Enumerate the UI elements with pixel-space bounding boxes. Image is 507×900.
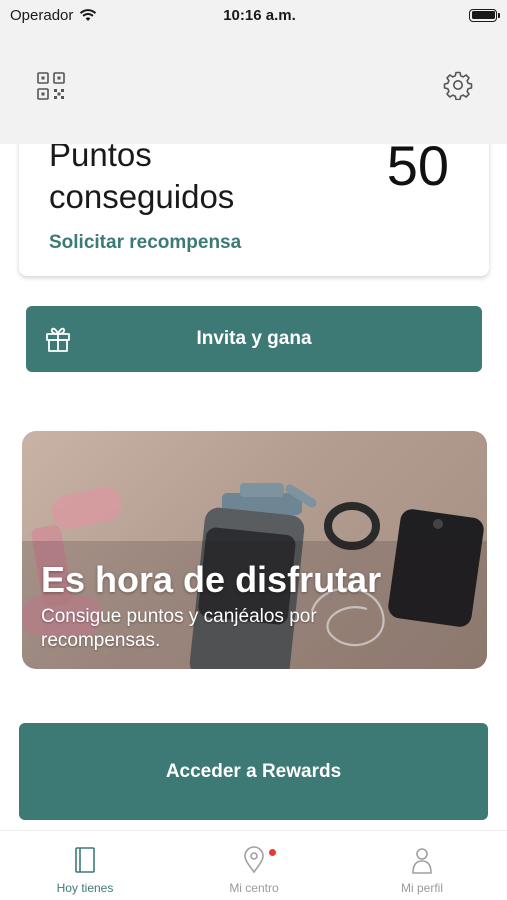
- status-left: Operador: [10, 7, 170, 24]
- notebook-icon: [75, 847, 95, 873]
- app-header: [0, 30, 507, 144]
- tab-label: Mi centro: [229, 881, 279, 895]
- tab-bar: Hoy tienes Mi centro Mi perfil: [0, 830, 507, 900]
- status-bar: Operador 10:16 a.m.: [0, 0, 507, 30]
- invite-button-label: Invita y gana: [196, 328, 312, 349]
- gift-icon: [46, 327, 70, 352]
- wifi-icon: [80, 9, 97, 21]
- tab-mi-centro[interactable]: Mi centro: [199, 845, 309, 895]
- banner-subtitle: Consigue puntos y canjéalos por recompen…: [41, 606, 317, 651]
- tab-mi-perfil[interactable]: Mi perfil: [367, 845, 477, 895]
- banner-title: Es hora de disfrutar: [41, 559, 382, 600]
- location-pin-icon: [244, 846, 264, 874]
- promo-banner[interactable]: Es hora de disfrutar Consigue puntos y c…: [22, 431, 487, 669]
- tab-hoy-tienes[interactable]: Hoy tienes: [30, 845, 140, 895]
- profile-icon: [412, 848, 432, 874]
- status-time: 10:16 a.m.: [223, 6, 296, 24]
- notification-dot: [269, 849, 276, 856]
- invite-and-earn-button[interactable]: Invita y gana: [26, 306, 482, 372]
- points-label: Puntos conseguidos: [49, 136, 235, 215]
- tab-label: Hoy tienes: [56, 881, 114, 895]
- redeem-reward-link[interactable]: Solicitar recompensa: [49, 232, 241, 254]
- rewards-button-label: Acceder a Rewards: [165, 760, 342, 782]
- carrier-label: Operador: [10, 6, 74, 24]
- qr-code-icon[interactable]: [36, 71, 66, 101]
- points-value: 50: [386, 134, 449, 197]
- battery-icon: [469, 8, 500, 22]
- access-rewards-button[interactable]: Acceder a Rewards: [19, 723, 488, 820]
- tab-label: Mi perfil: [400, 881, 443, 895]
- gear-icon[interactable]: [443, 70, 473, 100]
